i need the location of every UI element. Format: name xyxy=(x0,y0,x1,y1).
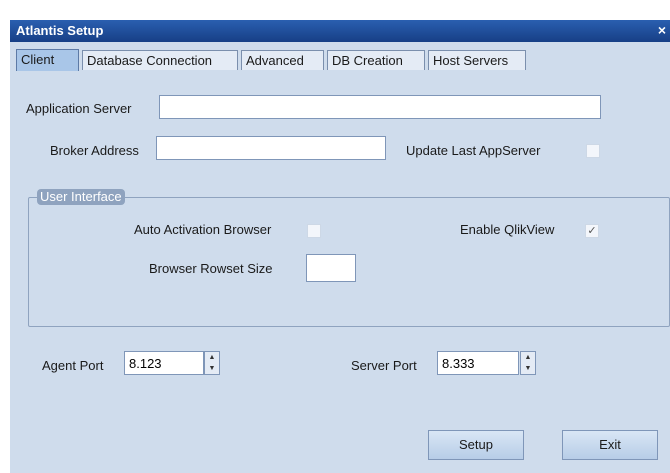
spin-down-icon[interactable]: ▼ xyxy=(205,363,219,374)
broker-address-input[interactable] xyxy=(156,136,386,160)
agent-port-input[interactable] xyxy=(124,351,204,375)
user-interface-group: User Interface Auto Activation Browser E… xyxy=(28,189,670,327)
application-server-label: Application Server xyxy=(26,101,132,116)
server-port-input[interactable] xyxy=(437,351,519,375)
agent-port-stepper[interactable]: ▲ ▼ xyxy=(204,351,220,375)
window-title: Atlantis Setup xyxy=(16,23,104,38)
spin-down-icon[interactable]: ▼ xyxy=(521,363,535,374)
title-bar: Atlantis Setup × xyxy=(10,20,670,42)
tab-host-servers[interactable]: Host Servers xyxy=(428,50,526,70)
tab-db-creation[interactable]: DB Creation xyxy=(327,50,425,70)
agent-port-label: Agent Port xyxy=(42,358,104,373)
auto-activation-browser-label: Auto Activation Browser xyxy=(134,222,272,237)
server-port-stepper[interactable]: ▲ ▼ xyxy=(520,351,536,375)
enable-qlikview-checkbox[interactable]: ✓ xyxy=(585,224,599,238)
checkmark-icon: ✓ xyxy=(587,225,597,237)
server-port-label: Server Port xyxy=(351,358,417,373)
spin-up-icon[interactable]: ▲ xyxy=(521,352,535,363)
exit-button[interactable]: Exit xyxy=(562,430,658,460)
browser-rowset-size-input[interactable] xyxy=(306,254,356,282)
auto-activation-browser-checkbox[interactable] xyxy=(307,224,321,238)
tab-database-connection[interactable]: Database Connection xyxy=(82,50,238,70)
broker-address-label: Broker Address xyxy=(50,143,139,158)
tab-advanced[interactable]: Advanced xyxy=(241,50,324,70)
update-last-appserver-label: Update Last AppServer xyxy=(406,143,541,158)
spin-up-icon[interactable]: ▲ xyxy=(205,352,219,363)
browser-rowset-size-label: Browser Rowset Size xyxy=(149,261,273,276)
client-tab-panel: Application Server Broker Address Update… xyxy=(10,72,670,473)
setup-window: Atlantis Setup × Client Database Connect… xyxy=(10,20,670,473)
close-icon[interactable]: × xyxy=(658,22,666,38)
user-interface-group-label: User Interface xyxy=(37,189,125,205)
tab-client[interactable]: Client xyxy=(16,49,79,71)
update-last-appserver-checkbox[interactable] xyxy=(586,144,600,158)
application-server-input[interactable] xyxy=(159,95,601,119)
setup-button[interactable]: Setup xyxy=(428,430,524,460)
enable-qlikview-label: Enable QlikView xyxy=(460,222,555,237)
